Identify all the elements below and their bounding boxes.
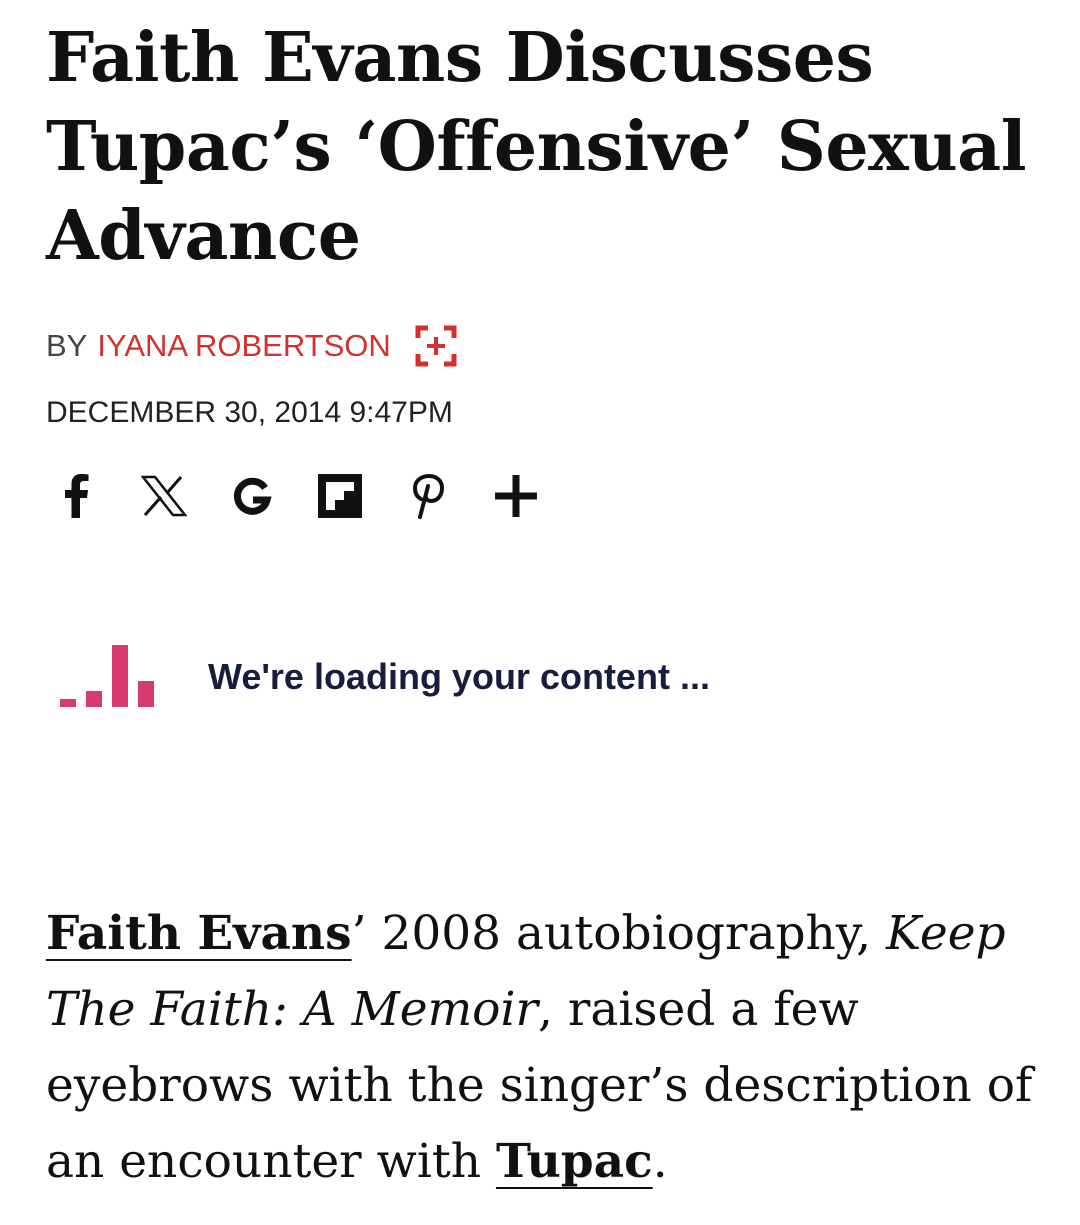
google-icon[interactable] (222, 466, 282, 526)
loading-message: We're loading your content ... (208, 656, 710, 697)
byline-prefix: BY (46, 328, 88, 363)
publish-date: DECEMBER 30, 2014 9:47PM (46, 396, 453, 429)
tupac-link[interactable]: Tupac (496, 1134, 653, 1189)
content-loader: We're loading your content ... (60, 645, 710, 709)
paragraph-text-3: . (652, 1134, 668, 1189)
author-link[interactable]: IYANA ROBERTSON (97, 328, 390, 364)
byline: BY IYANA ROBERTSON (46, 325, 457, 367)
faith-evans-link[interactable]: Faith Evans (46, 906, 352, 961)
facebook-icon[interactable] (46, 466, 106, 526)
flipboard-icon[interactable] (310, 466, 370, 526)
share-bar (46, 466, 574, 526)
loading-bars-icon (60, 645, 154, 707)
x-icon[interactable] (134, 466, 194, 526)
follow-author-icon[interactable] (415, 325, 457, 367)
page-title: Faith Evans Discusses Tupac’s ‘Offensive… (46, 18, 1027, 276)
plus-icon[interactable] (486, 466, 546, 526)
paragraph-text-1: ’ 2008 autobiography, (351, 906, 887, 961)
pinterest-icon[interactable] (398, 466, 458, 526)
article-paragraph: Faith Evans’ 2008 autobiography, Keep Th… (46, 896, 1036, 1200)
